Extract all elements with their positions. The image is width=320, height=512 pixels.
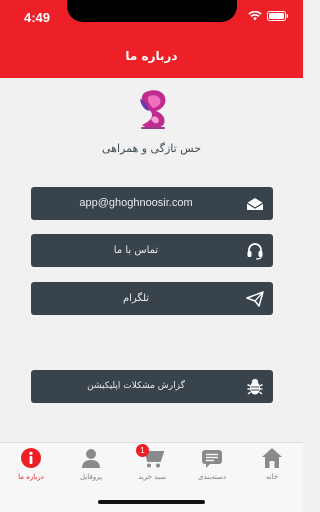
headset-icon [245,241,265,261]
home-icon [259,447,285,469]
email-label: app@ghoghnoosir.com [79,197,193,209]
status-bar: 4:49 [0,0,303,34]
user-icon [78,447,104,469]
email-button[interactable]: app@ghoghnoosir.com [31,187,273,220]
bug-icon [245,377,265,397]
status-time: 4:49 [24,10,51,25]
cart-badge: 1 [136,444,149,457]
app-logo [140,90,166,129]
tagline: حس تازگی و همراهی [101,142,201,155]
tab-categories[interactable]: دسته‌بندی [182,447,242,487]
battery-icon [267,11,289,21]
report-issue-label: گزارش مشکلات اپلیکیشن [87,381,185,391]
home-indicator [98,500,205,504]
telegram-button[interactable]: تلگرام [31,282,273,315]
nav-bar: درباره ما [0,34,303,78]
tab-about-us-label: درباره ما [18,473,44,481]
status-icons [248,11,289,21]
page-title: درباره ما [125,49,178,63]
tab-cart[interactable]: 1 سبد خرید [122,444,182,487]
send-icon [245,289,265,309]
tab-profile-label: پروفایل [80,473,102,481]
tab-cart-label: سبد خرید [138,473,166,481]
tab-home[interactable]: خانه [242,447,302,487]
device-notch [67,0,237,22]
contact-us-label: تماس با ما [113,245,159,256]
telegram-label: تلگرام [122,293,150,304]
tab-categories-label: دسته‌بندی [197,473,227,481]
info-icon [18,447,44,469]
tab-home-label: خانه [265,473,279,481]
cart-icon: 1 [136,444,165,469]
tab-about-us[interactable]: درباره ما [1,447,61,487]
report-issue-button[interactable]: گزارش مشکلات اپلیکیشن [31,370,273,403]
contact-us-button[interactable]: تماس با ما [31,234,273,267]
envelope-icon [245,194,265,214]
tab-profile[interactable]: پروفایل [61,447,121,487]
categories-icon [199,447,225,469]
wifi-icon [248,11,262,21]
